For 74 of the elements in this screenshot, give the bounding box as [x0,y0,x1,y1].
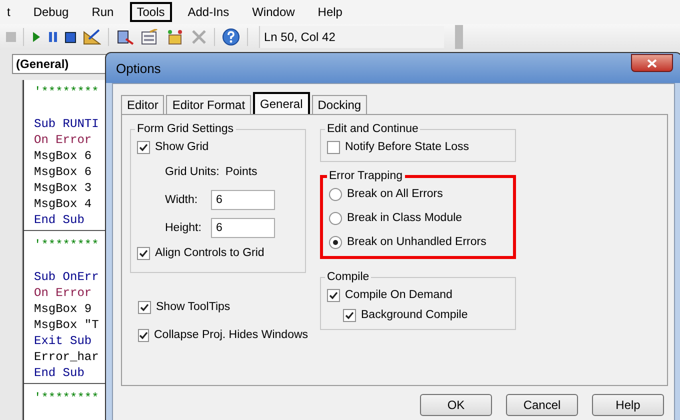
grid-units-label: Grid Units: [165,166,220,178]
stop-icon[interactable] [65,32,76,42]
code-line: '******** [34,390,99,406]
checkbox-label: Show Grid [155,141,209,153]
dialog-button[interactable]: Help [592,394,664,416]
checkbox[interactable] [138,300,151,314]
cursor-position: Ln 50, Col 42 [259,26,444,48]
radio-label: Break on Unhandled Errors [347,236,486,248]
code-line: MsgBox "T [34,317,99,333]
width-label: Width: [165,194,199,206]
tab[interactable]: Editor [121,95,164,114]
checkbox[interactable] [327,140,340,154]
group-title: Error Trapping [328,170,404,182]
checkbox[interactable] [327,288,340,302]
close-icon [647,58,657,68]
height-label: Height: [165,222,202,234]
group-title: Compile [326,271,370,283]
checkbox[interactable] [343,308,356,322]
group-title: Edit and Continue [326,123,420,135]
menu-item[interactable]: t [0,2,18,22]
dialog-title: Options [116,60,161,76]
checkbox[interactable] [137,246,150,260]
checkbox-label: Align Controls to Grid [155,247,264,259]
radio-label: Break on All Errors [347,188,443,200]
radio-label: Break in Class Module [347,212,462,224]
radio-button[interactable] [329,236,342,248]
code-line: MsgBox 6 [34,148,92,164]
menu-item[interactable]: Run [84,2,121,22]
toolbar-grip[interactable] [455,25,463,49]
checkbox[interactable] [137,140,150,154]
code-line: MsgBox 9 [34,301,92,317]
checkbox[interactable] [138,328,149,342]
width-field[interactable]: 6 [211,190,275,210]
pause-icon[interactable] [48,31,58,43]
group-title: Form Grid Settings [136,123,234,135]
checkbox-label: Background Compile [361,309,468,321]
checkbox-label: Notify Before State Loss [345,141,470,153]
code-line: On Error [34,285,92,301]
menu-item[interactable]: Window [245,2,302,22]
checkbox-label: Collapse Proj. Hides Windows [154,329,308,341]
box-icon[interactable] [166,29,184,45]
project-icon[interactable] [116,29,134,45]
code-line: MsgBox 3 [34,180,92,196]
radio-button[interactable] [329,212,342,224]
grid-units-value: Points [225,166,258,178]
help-icon[interactable] [222,28,240,46]
code-line: On Error [34,132,92,148]
ruler-icon[interactable] [83,29,101,45]
tab[interactable]: Docking [312,95,368,114]
code-line: '******** [34,237,99,253]
code-line: MsgBox 4 [34,196,92,212]
close-button[interactable] [631,54,673,72]
code-line: MsgBox 6 [34,164,92,180]
tab[interactable]: Editor Format [166,95,252,114]
dialog-button[interactable]: Cancel [506,394,578,416]
code-line: Sub RUNTI [34,116,99,132]
code-line: End Sub [34,365,84,381]
properties-icon[interactable] [141,29,159,45]
checkbox-label: Compile On Demand [345,289,452,301]
menu-item[interactable]: Add-Ins [180,2,236,22]
code-line: Error_har [34,349,99,365]
height-field[interactable]: 6 [211,218,275,238]
menu-item[interactable]: Help [310,2,350,22]
dialog-button[interactable]: OK [420,394,492,416]
play-icon[interactable] [31,31,41,43]
menu-item[interactable]: Debug [26,2,76,22]
checkbox-label: Show ToolTips [156,301,230,313]
tab[interactable]: General [253,92,310,114]
code-line: Exit Sub [34,333,92,349]
code-line: Sub OnErr [34,269,99,285]
code-line: End Sub [34,212,84,228]
radio-button[interactable] [329,188,342,200]
code-line: '******** [34,84,99,100]
menu-item[interactable]: Tools [130,2,172,22]
